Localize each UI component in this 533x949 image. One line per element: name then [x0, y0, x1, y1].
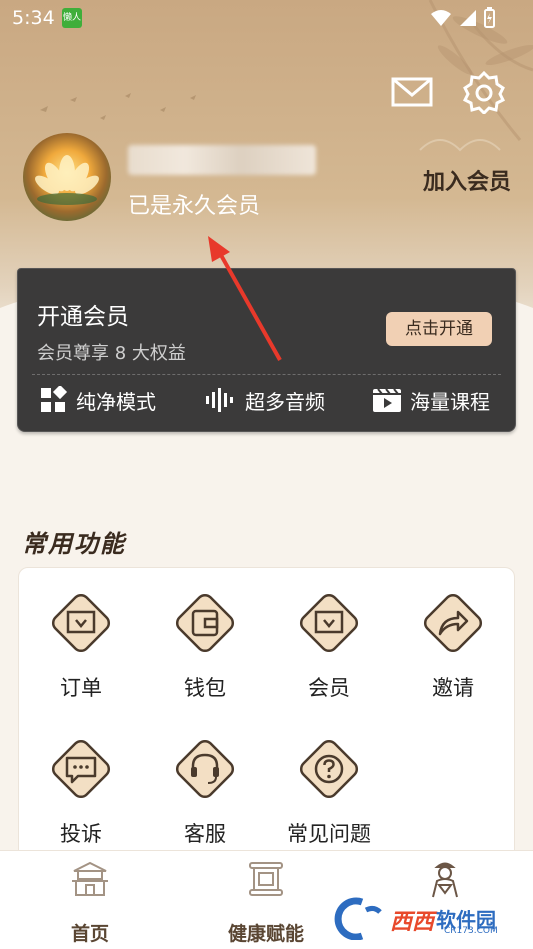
vip-card[interactable]: 开通会员 会员尊享 8 大权益 点击开通 纯净模式 超多音频 海量课程 — [17, 268, 516, 432]
notification-app-icon: 懒人 — [62, 8, 82, 28]
mail-icon[interactable] — [390, 70, 434, 114]
settings-gear-icon[interactable] — [462, 70, 506, 114]
complaint-icon — [51, 739, 111, 799]
status-bar: 5:34 懒人 — [0, 0, 533, 36]
function-customer-service[interactable]: 客服 — [143, 736, 267, 848]
vip-feature-label: 纯净模式 — [76, 389, 156, 414]
function-faq[interactable]: 常见问题 — [267, 736, 391, 848]
status-time: 5:34 — [12, 7, 55, 29]
function-label: 钱包 — [184, 676, 226, 700]
nav-health[interactable]: 健康赋能 — [196, 859, 336, 946]
wifi-icon — [430, 10, 451, 26]
vip-feature-label: 海量课程 — [410, 389, 490, 414]
watermark-logo-icon — [334, 897, 382, 941]
nav-label: 首页 — [70, 923, 109, 945]
vip-feature-audio[interactable]: 超多音频 — [205, 383, 325, 417]
battery-icon — [484, 7, 495, 28]
audio-wave-icon — [206, 388, 233, 412]
share-icon — [423, 593, 483, 653]
grid-icon — [41, 386, 68, 412]
function-label: 常见问题 — [287, 822, 371, 846]
function-label: 投诉 — [60, 822, 102, 846]
vip-subtitle: 会员尊享 8 大权益 — [37, 343, 186, 364]
common-functions-card: 订单 钱包 会员 邀请 投诉 客服 常见问题 — [18, 567, 515, 887]
vip-feature-label: 超多音频 — [245, 389, 325, 414]
function-label: 邀请 — [432, 676, 474, 700]
vip-title: 开通会员 — [37, 304, 129, 330]
person-icon — [432, 862, 458, 898]
nav-label: 健康赋能 — [227, 923, 304, 945]
member-icon — [299, 593, 359, 653]
function-label: 订单 — [60, 676, 102, 700]
headset-icon — [175, 739, 235, 799]
vip-divider — [32, 374, 501, 375]
function-order[interactable]: 订单 — [19, 590, 143, 702]
function-wallet[interactable]: 钱包 — [143, 590, 267, 702]
wallet-icon — [175, 593, 235, 653]
temple-icon — [72, 861, 108, 896]
scroll-icon — [249, 862, 283, 896]
join-member-link[interactable]: 加入会员 — [423, 164, 511, 196]
function-invite[interactable]: 邀请 — [391, 590, 515, 702]
nav-home[interactable]: 首页 — [20, 859, 160, 946]
vip-feature-clean-mode[interactable]: 纯净模式 — [40, 383, 156, 417]
watermark: 西西 软件园 CR173.COM — [332, 896, 512, 942]
video-icon — [373, 388, 401, 412]
question-icon — [299, 739, 359, 799]
avatar[interactable] — [23, 133, 111, 221]
section-title-common-functions: 常用功能 — [22, 530, 126, 558]
signal-icon — [459, 10, 476, 26]
username-blurred — [128, 145, 316, 175]
watermark-brand: 西西 — [390, 910, 435, 935]
lotus-icon — [35, 155, 99, 205]
system-icons — [429, 7, 495, 29]
watermark-domain: CR173.COM — [444, 926, 498, 936]
function-complaint[interactable]: 投诉 — [19, 736, 143, 848]
member-status-text: 已是永久会员 — [128, 194, 261, 219]
order-icon — [51, 593, 111, 653]
function-member[interactable]: 会员 — [267, 590, 391, 702]
open-vip-button[interactable]: 点击开通 — [386, 312, 492, 346]
vip-feature-courses[interactable]: 海量课程 — [372, 383, 490, 417]
function-label: 会员 — [308, 676, 350, 700]
function-label: 客服 — [184, 822, 226, 846]
